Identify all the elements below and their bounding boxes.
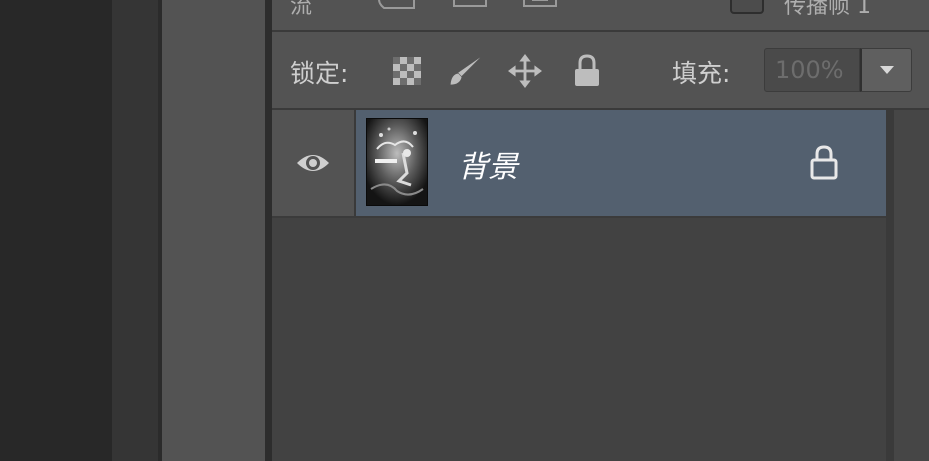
eye-icon xyxy=(297,155,329,171)
layers-scrollbar[interactable] xyxy=(886,110,929,461)
lock-icon-partial[interactable] xyxy=(354,0,424,20)
layer-row[interactable]: 背景 xyxy=(272,110,886,216)
layers-panel: 流 传播帧 1 锁定: 填充: 100% 背景 xyxy=(272,0,929,461)
propagate-frame-label: 传播帧 1 xyxy=(784,0,871,19)
workspace-background xyxy=(0,0,112,461)
lock-position-icon[interactable] xyxy=(508,54,542,88)
layer-row-divider xyxy=(272,216,886,218)
lock-all-icon[interactable] xyxy=(570,54,604,88)
layer-thumbnail[interactable] xyxy=(366,118,428,206)
lock-label: 锁定: xyxy=(290,59,349,88)
chevron-down-icon xyxy=(879,66,894,74)
fill-label: 填充: xyxy=(672,59,731,88)
lock-fill-row: 锁定: 填充: 100% xyxy=(272,32,929,108)
layer-selected-area[interactable]: 背景 xyxy=(356,110,886,216)
panel-splitter[interactable] xyxy=(265,0,272,461)
lock-transparent-pixels-icon[interactable] xyxy=(390,54,424,88)
scrollbar-track xyxy=(886,110,894,461)
layers-list: 背景 xyxy=(272,110,886,461)
fill-opacity-input[interactable]: 100% xyxy=(764,48,860,92)
workspace-panel-column xyxy=(112,0,160,461)
layer-locked-icon xyxy=(808,144,840,180)
layer-visibility-toggle[interactable] xyxy=(272,110,356,216)
propagate-frame-checkbox[interactable] xyxy=(730,0,764,14)
filter-label: 流 xyxy=(290,0,313,19)
layer-name[interactable]: 背景 xyxy=(458,142,518,186)
layer-group-icon[interactable] xyxy=(450,0,490,20)
layers-toolbar-row: 流 传播帧 1 xyxy=(272,0,929,30)
lock-image-pixels-icon[interactable] xyxy=(448,54,482,88)
side-panel-strip xyxy=(162,0,265,461)
fill-dropdown-button[interactable] xyxy=(860,48,912,92)
layer-link-icon[interactable] xyxy=(520,0,560,20)
